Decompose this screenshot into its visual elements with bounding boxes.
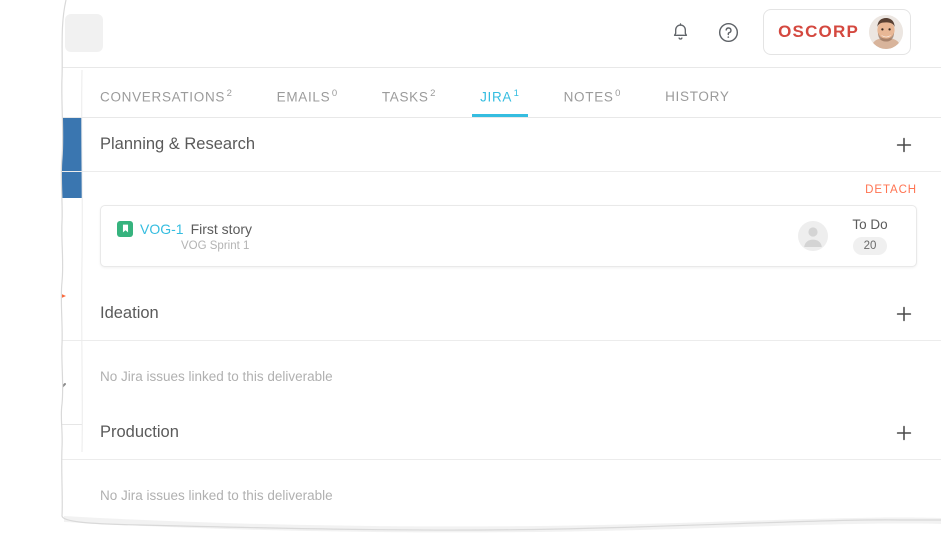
tab-tasks[interactable]: TASKS 2 (382, 88, 436, 118)
section-production: Production No Jira issues linked to this… (60, 406, 941, 520)
issue-status-block: To Do 20 (842, 217, 898, 255)
logo-placeholder (65, 14, 103, 52)
header-actions: OSCORP (667, 9, 911, 55)
issue-meta: To Do 20 (798, 217, 898, 255)
tab-conversations-label: CONVERSATIONS (100, 89, 226, 104)
section-header: Ideation (60, 287, 941, 341)
add-issue-button[interactable] (891, 301, 917, 327)
background-progress-label: gress (20, 212, 52, 226)
tab-notes-count: 0 (615, 87, 622, 99)
brand-badge[interactable]: OSCORP (763, 9, 911, 55)
detach-link[interactable]: DETACH (865, 184, 917, 196)
tab-history[interactable]: HISTORY (665, 89, 729, 117)
jira-panel: OSCORP CONVERSATIONS 2 EMAILS 0 TASKS 2 … (60, 0, 941, 520)
issue-summary: First story (190, 220, 253, 237)
tab-notes[interactable]: NOTES 0 (564, 88, 622, 118)
assignee-avatar-icon[interactable] (798, 221, 828, 251)
section-planning-research: Planning & Research DETACH VOG-1 First s… (60, 118, 941, 267)
jira-issue-card[interactable]: VOG-1 First story VOG Sprint 1 To Do 20 (100, 205, 917, 267)
tab-jira-label: JIRA (480, 89, 513, 104)
brand-name: OSCORP (778, 22, 859, 41)
question-circle-icon[interactable] (715, 19, 741, 45)
detach-row: DETACH (60, 172, 941, 196)
user-avatar[interactable] (869, 15, 903, 49)
tab-tasks-count: 2 (430, 87, 437, 99)
issue-title-line: VOG-1 First story (117, 220, 798, 237)
bell-icon[interactable] (667, 19, 693, 45)
add-issue-button[interactable] (891, 132, 917, 158)
tab-emails-count: 0 (331, 87, 338, 99)
issue-sprint: VOG Sprint 1 (181, 239, 250, 252)
issue-key-link[interactable]: VOG-1 (140, 221, 184, 237)
story-icon (117, 220, 133, 237)
app-header: OSCORP (60, 0, 941, 68)
tab-conversations-count: 2 (226, 87, 233, 99)
tab-emails-label: EMAILS (276, 89, 331, 104)
section-title: Ideation (100, 304, 159, 322)
tab-history-label: HISTORY (665, 89, 730, 104)
tab-jira-count: 1 (513, 87, 520, 99)
section-title: Production (100, 423, 179, 441)
tab-conversations[interactable]: CONVERSATIONS 2 (100, 88, 233, 118)
tab-jira[interactable]: JIRA 1 (472, 87, 528, 118)
section-header: Planning & Research (60, 118, 941, 172)
section-title: Planning & Research (100, 135, 256, 153)
tab-emails[interactable]: EMAILS 0 (277, 88, 338, 118)
tab-tasks-label: TASKS (381, 89, 429, 104)
story-points-badge: 20 (853, 237, 887, 255)
empty-state-message: No Jira issues linked to this deliverabl… (100, 488, 333, 503)
empty-state-message: No Jira issues linked to this deliverabl… (100, 369, 333, 384)
section-header: Production (60, 406, 941, 460)
section-ideation: Ideation No Jira issues linked to this d… (60, 287, 941, 406)
add-issue-button[interactable] (891, 420, 917, 446)
tab-notes-label: NOTES (563, 89, 614, 104)
issue-main: VOG-1 First story VOG Sprint 1 (117, 220, 798, 252)
tab-strip: CONVERSATIONS 2 EMAILS 0 TASKS 2 JIRA 1 NOTE… (60, 68, 941, 118)
status-badge: To Do (852, 217, 888, 232)
sections-list: Planning & Research DETACH VOG-1 First s… (60, 118, 941, 520)
